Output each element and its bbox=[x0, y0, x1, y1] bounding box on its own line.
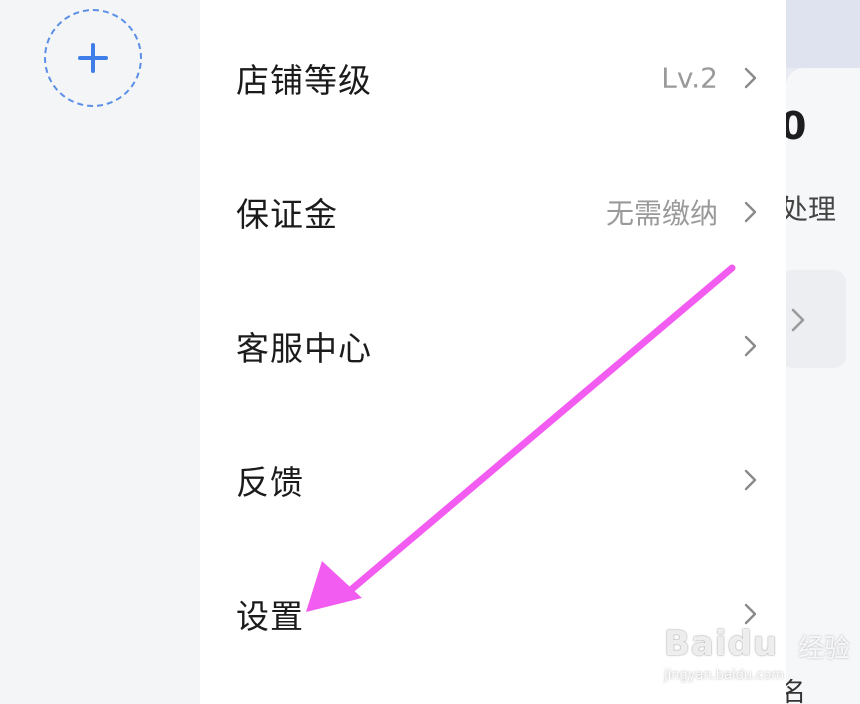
screen: 0 处理 名 店铺等级 Lv.2 保证金 无需缴纳 客服中心 反馈 设置 Bai… bbox=[0, 0, 860, 704]
background-page: 0 处理 名 bbox=[780, 0, 860, 704]
chevron-right-icon bbox=[791, 308, 805, 332]
chevron-right-icon bbox=[744, 67, 757, 89]
watermark-url: jingyan.baidu.com bbox=[664, 668, 784, 683]
menu-item-label: 保证金 bbox=[236, 195, 338, 234]
menu-item-label: 反馈 bbox=[236, 463, 304, 502]
background-card bbox=[786, 68, 860, 704]
chevron-right-icon bbox=[744, 201, 757, 223]
menu-item-label: 设置 bbox=[236, 597, 304, 636]
background-text-fragment: 处理 bbox=[780, 193, 837, 226]
menu-item-feedback[interactable]: 反馈 bbox=[200, 412, 786, 548]
settings-menu-panel: 店铺等级 Lv.2 保证金 无需缴纳 客服中心 反馈 设置 bbox=[200, 0, 786, 704]
baidu-watermark: Baidu 经验 jingyan.baidu.com bbox=[664, 624, 860, 694]
watermark-sub: 经验 bbox=[798, 634, 851, 664]
menu-item-customer-service[interactable]: 客服中心 bbox=[200, 278, 786, 414]
menu-item-deposit[interactable]: 保证金 无需缴纳 bbox=[200, 144, 786, 280]
menu-item-store-level[interactable]: 店铺等级 Lv.2 bbox=[200, 10, 786, 146]
left-rail bbox=[0, 0, 200, 704]
menu-item-value: 无需缴纳 bbox=[605, 197, 718, 230]
menu-item-label: 客服中心 bbox=[236, 329, 372, 368]
chevron-right-icon bbox=[744, 335, 757, 357]
menu-item-value: Lv.2 bbox=[661, 61, 718, 95]
watermark-brand: Baidu bbox=[664, 624, 779, 664]
chevron-right-icon bbox=[744, 469, 757, 491]
background-header bbox=[786, 0, 860, 68]
add-button[interactable] bbox=[44, 9, 142, 107]
menu-item-label: 店铺等级 bbox=[236, 61, 372, 100]
plus-icon bbox=[78, 43, 108, 73]
